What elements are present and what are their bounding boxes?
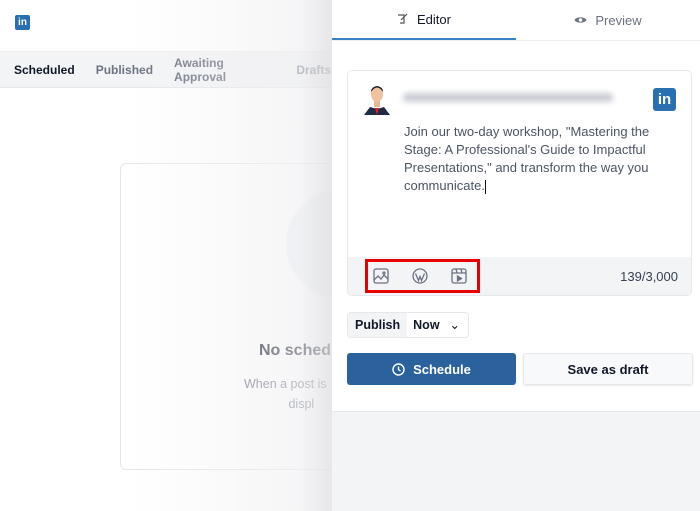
schedule-label: Schedule — [413, 361, 471, 377]
account-name-blurred — [403, 93, 613, 102]
avatar — [364, 86, 390, 115]
post-editor-card: in Join our two-day workshop, "Mastering… — [347, 70, 692, 296]
tab-editor[interactable]: Editor — [332, 0, 516, 40]
video-icon[interactable] — [451, 268, 467, 284]
empty-state-card: No sched When a post is displ — [120, 163, 331, 470]
publish-select[interactable]: Publish Now ⌄ — [347, 312, 469, 338]
tab-preview[interactable]: Preview — [516, 0, 700, 40]
linkedin-icon: in — [653, 88, 676, 111]
empty-title: No sched — [259, 342, 331, 359]
tab-awaiting-approval[interactable]: Awaiting Approval — [174, 56, 275, 84]
empty-desc-line: displ — [288, 397, 315, 411]
eye-icon — [574, 17, 587, 23]
image-icon[interactable] — [373, 268, 389, 284]
edit-icon — [398, 13, 408, 24]
card-footer: 139/3,000 — [348, 257, 691, 295]
tab-drafts[interactable]: Drafts — [296, 63, 331, 77]
empty-illustration — [286, 189, 331, 299]
editor-tabs: Editor Preview — [332, 0, 700, 41]
linkedin-icon: in — [15, 15, 30, 30]
tab-preview-label: Preview — [595, 12, 642, 28]
empty-description: When a post is displ — [244, 374, 327, 414]
publish-value: Now — [413, 318, 440, 332]
tab-editor-label: Editor — [417, 11, 451, 27]
empty-desc-line: When a post is — [244, 377, 327, 391]
status-tabs: Scheduled Published Awaiting Approval Dr… — [0, 52, 331, 88]
post-text-input[interactable]: Join our two-day workshop, "Mastering th… — [404, 123, 654, 195]
posts-page: in Scheduled Published Awaiting Approval… — [0, 0, 331, 511]
save-draft-button[interactable]: Save as draft — [523, 353, 693, 385]
editor-panel: Editor Preview in Join our two-day works… — [331, 0, 700, 511]
chevron-down-icon: ⌄ — [449, 318, 461, 332]
wordpress-icon[interactable] — [412, 268, 428, 284]
character-count: 139/3,000 — [620, 269, 678, 284]
tab-scheduled[interactable]: Scheduled — [14, 63, 75, 77]
schedule-button[interactable]: Schedule — [347, 353, 516, 385]
header: in — [0, 0, 331, 52]
text-cursor — [484, 179, 486, 194]
publish-label: Publish — [348, 313, 408, 337]
clock-icon — [392, 362, 405, 376]
tab-published[interactable]: Published — [96, 63, 153, 77]
post-text: Join our two-day workshop, "Mastering th… — [404, 124, 650, 193]
